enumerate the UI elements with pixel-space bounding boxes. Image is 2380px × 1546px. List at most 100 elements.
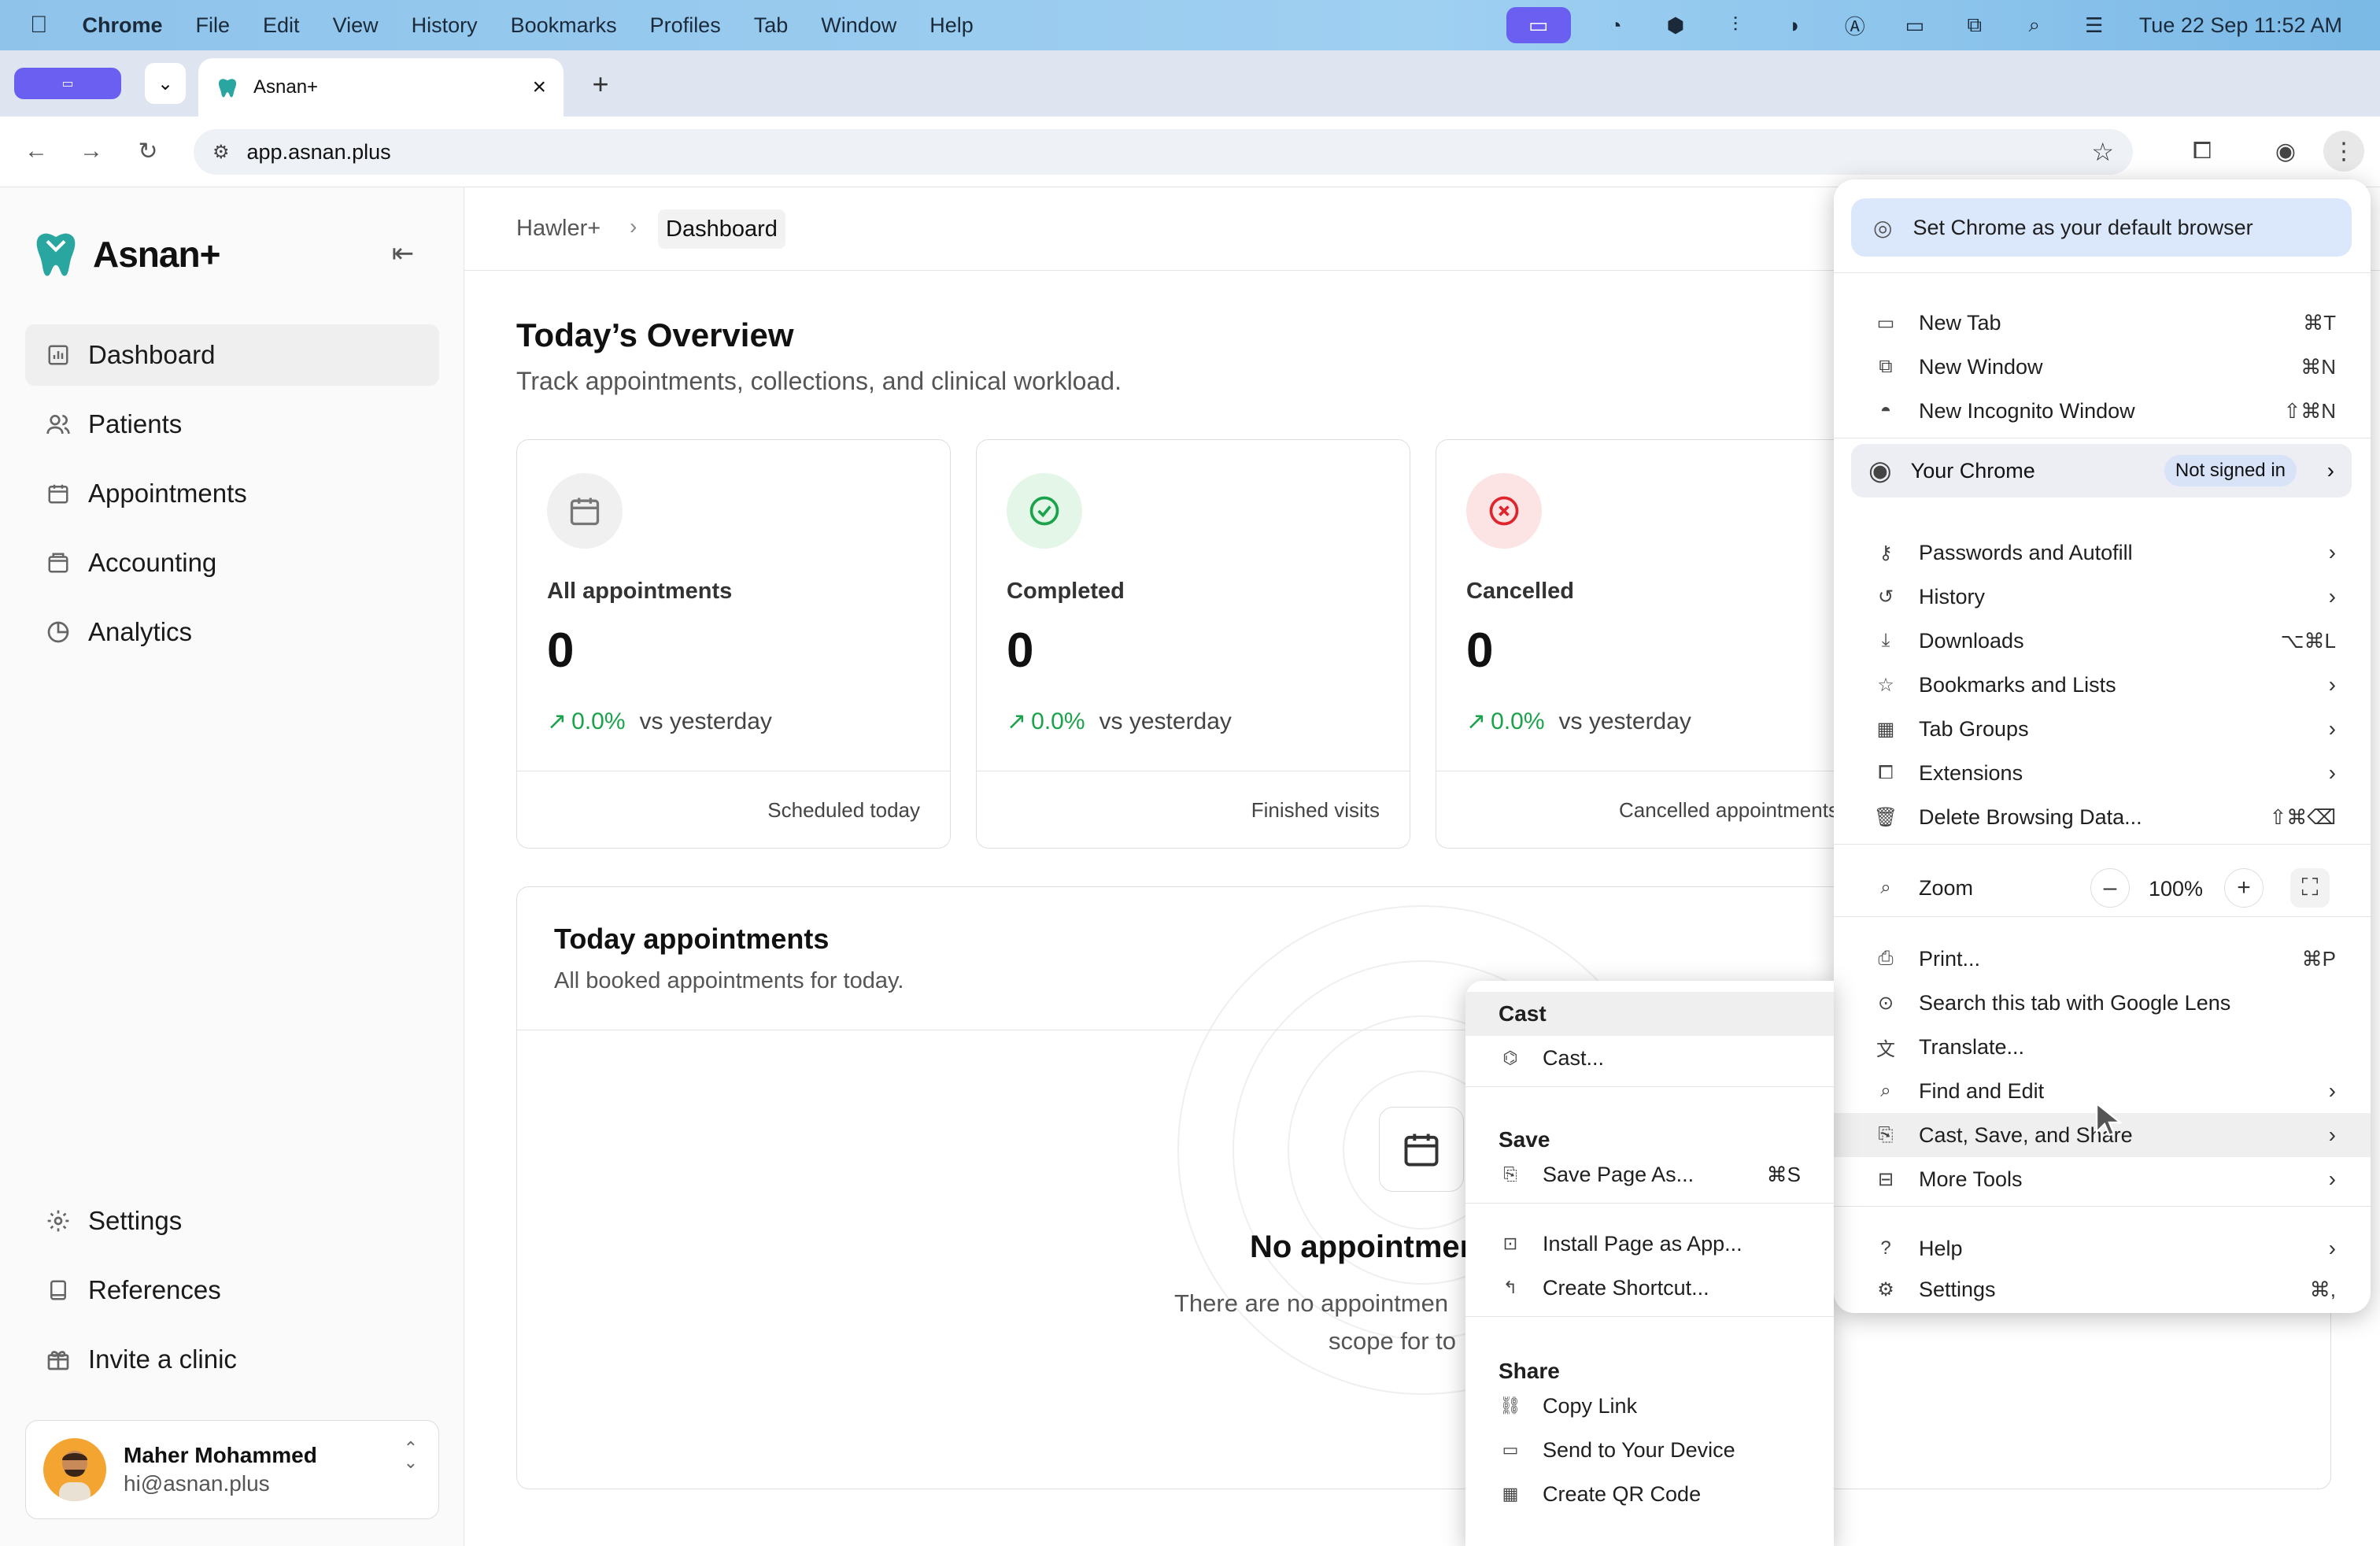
submenu-create-shortcut[interactable]: ↰ Create Shortcut... <box>1465 1266 1834 1310</box>
battery-icon[interactable]: ▭ <box>1900 13 1930 37</box>
extensions-puzzle-icon[interactable]: ⧠ <box>2182 131 2223 172</box>
screen-share-icon[interactable]: ▭ <box>1506 7 1571 43</box>
breadcrumb-current: Dashboard <box>658 209 785 249</box>
chevron-right-icon: › <box>2328 584 2336 608</box>
collapse-sidebar-icon[interactable]: ⇤ <box>386 236 420 271</box>
submenu-install-app[interactable]: ⊡ Install Page as App... <box>1465 1222 1834 1266</box>
menu-file[interactable]: File <box>196 13 231 38</box>
keyboard-k-icon[interactable]: ⬢ <box>1661 13 1691 37</box>
submenu-qr-code[interactable]: ▦ Create QR Code <box>1465 1472 1834 1516</box>
menu-settings[interactable]: ⚙ Settings ⌘, <box>1834 1270 2371 1308</box>
address-url[interactable]: app.asnan.plus <box>247 140 391 165</box>
menu-translate[interactable]: 文 Translate... <box>1834 1025 2371 1069</box>
menu-new-tab[interactable]: ▭ New Tab ⌘T <box>1834 301 2371 345</box>
submenu-share-header: Share <box>1499 1359 1560 1383</box>
menu-tab-groups[interactable]: ▦ Tab Groups › <box>1834 707 2371 751</box>
apple-logo-icon[interactable]:  <box>30 12 48 39</box>
chevron-right-icon: › <box>630 214 638 239</box>
sidebar-item-analytics[interactable]: Analytics <box>25 601 439 663</box>
menu-help[interactable]: Help <box>929 13 974 38</box>
site-settings-icon[interactable]: ⚙ <box>213 141 230 164</box>
submenu-cast[interactable]: ⌬ Cast... <box>1465 1036 1834 1080</box>
trend-label: vs yesterday <box>1558 708 1691 734</box>
menu-new-window[interactable]: ⧉ New Window ⌘N <box>1834 345 2371 389</box>
tab-close-icon[interactable]: × <box>532 74 546 101</box>
forward-arrow-icon[interactable]: → <box>71 131 112 172</box>
menu-delete-data[interactable]: 🗑 Delete Browsing Data... ⇧⌘⌫ <box>1834 795 2371 839</box>
profile-pill[interactable]: ▭ <box>14 68 121 99</box>
menu-history[interactable]: History <box>412 13 478 38</box>
sidebar-item-label: References <box>88 1275 221 1304</box>
tab-asnan[interactable]: Asnan+ × <box>198 58 564 117</box>
stat-card-cancelled[interactable]: Cancelled 0 ↗ 0.0% vs yesterday Cancelled … <box>1436 439 1845 849</box>
menu-view[interactable]: View <box>333 13 379 38</box>
control-center-icon[interactable]: ☰ <box>2079 13 2109 37</box>
menu-passwords[interactable]: ⚷ Passwords and Autofill › <box>1834 531 2371 575</box>
menu-label: Settings <box>1919 1277 1996 1301</box>
menu-new-incognito[interactable]: ◓ New Incognito Window ⇧⌘N <box>1834 389 2371 433</box>
elephant-app-icon[interactable]: ◗ <box>1780 13 1810 37</box>
sidebar-item-references[interactable]: References <box>25 1259 439 1321</box>
set-default-browser-button[interactable]: ◎ Set Chrome as your default browser <box>1851 198 2352 257</box>
address-bar[interactable]: ⚙ app.asnan.plus ☆ <box>194 129 2133 175</box>
status-app-icon[interactable]: ◔ <box>1601 13 1631 37</box>
screen-mirror-icon[interactable]: ⧉ <box>1960 13 1990 37</box>
menu-print[interactable]: ⎙ Print... ⌘P <box>1834 937 2371 981</box>
breadcrumb-parent[interactable]: Hawler+ <box>516 216 601 242</box>
menu-bookmarks[interactable]: Bookmarks <box>511 13 617 38</box>
menu-edit[interactable]: Edit <box>263 13 300 38</box>
printer-icon: ⎙ <box>1878 948 1894 969</box>
menu-tab[interactable]: Tab <box>754 13 789 38</box>
bookmark-star-icon[interactable]: ☆ <box>2091 137 2114 167</box>
user-account-switcher[interactable]: Maher Mohammed hi@asnan.plus ⌃ ⌄ <box>25 1420 439 1519</box>
sidebar-item-accounting[interactable]: Accounting <box>25 532 439 594</box>
zoom-out-button[interactable]: – <box>2090 868 2130 908</box>
chevron-right-icon: › <box>2328 1078 2336 1103</box>
book-icon <box>44 1276 72 1304</box>
sidebar-item-invite[interactable]: Invite a clinic <box>25 1329 439 1390</box>
status-tools-icon[interactable]: ⫶ <box>1720 13 1750 37</box>
menu-profiles[interactable]: Profiles <box>650 13 721 38</box>
menu-downloads[interactable]: ⤓ Downloads ⌥⌘L <box>1834 619 2371 663</box>
menu-google-lens[interactable]: ⊙ Search this tab with Google Lens <box>1834 981 2371 1025</box>
kebab-menu-icon[interactable]: ⋮ <box>2323 131 2364 172</box>
menu-your-chrome[interactable]: ◉ Your Chrome Not signed in › <box>1851 444 2352 497</box>
asnan-logo[interactable]: Asnan+ <box>30 228 220 280</box>
menu-extensions[interactable]: ⧠ Extensions › <box>1834 751 2371 795</box>
gear-icon <box>44 1207 72 1235</box>
menu-chrome[interactable]: Chrome <box>83 13 163 38</box>
reload-icon[interactable]: ↻ <box>128 131 168 172</box>
back-arrow-icon[interactable]: ← <box>16 131 57 172</box>
trend-percent: 0.0% <box>1491 708 1545 734</box>
sidebar-item-settings[interactable]: Settings <box>25 1190 439 1252</box>
stat-card-all-appointments[interactable]: All appointments 0 ↗ 0.0% vs yesterday Sch… <box>516 439 951 849</box>
submenu-copy-link[interactable]: ⛓ Copy Link <box>1465 1384 1834 1428</box>
menu-history[interactable]: ↺ History › <box>1834 575 2371 619</box>
sidebar-item-appointments[interactable]: Appointments <box>25 463 439 524</box>
new-tab-icon: ▭ <box>1876 312 1895 334</box>
fullscreen-icon[interactable]: ⛶ <box>2290 868 2330 908</box>
profile-avatar-icon[interactable]: ◉ <box>2265 131 2306 172</box>
zoom-in-button[interactable]: + <box>2224 868 2264 908</box>
submenu-send-device[interactable]: ▭ Send to Your Device <box>1465 1428 1834 1472</box>
menubar-clock[interactable]: Tue 22 Sep 11:52 AM <box>2139 13 2342 38</box>
stat-card-completed[interactable]: Completed 0 ↗ 0.0% vs yesterday Finished v… <box>976 439 1410 849</box>
new-tab-plus-icon[interactable]: + <box>582 66 619 102</box>
new-window-icon: ⧉ <box>1879 356 1893 377</box>
menu-more-tools[interactable]: ⊟ More Tools › <box>1834 1157 2371 1201</box>
menu-divider <box>1834 844 2371 845</box>
sidebar-item-dashboard[interactable]: Dashboard <box>25 324 439 386</box>
submenu-save-page[interactable]: ⎘ Save Page As... ⌘S <box>1465 1152 1834 1196</box>
menu-help[interactable]: ? Help › <box>1834 1226 2371 1270</box>
star-icon: ☆ <box>1877 674 1894 696</box>
spotlight-search-icon[interactable]: ⌕ <box>2020 13 2049 37</box>
sidebar-item-patients[interactable]: Patients <box>25 394 439 455</box>
chrome-main-menu: ▭ New Tab ⌘T ⧉ New Window ⌘N ◓ New Incognito … <box>1834 179 2371 1313</box>
menu-window[interactable]: Window <box>821 13 896 38</box>
input-source-icon[interactable]: Ⓐ <box>1840 13 1870 39</box>
tab-search-chevron-down-icon[interactable]: ⌄ <box>145 63 186 104</box>
menu-bookmarks[interactable]: ☆ Bookmarks and Lists › <box>1834 663 2371 707</box>
find-icon: ⌕ <box>1880 1080 1891 1101</box>
not-signed-in-badge: Not signed in <box>2164 455 2297 486</box>
menu-divider <box>1834 1206 2371 1207</box>
